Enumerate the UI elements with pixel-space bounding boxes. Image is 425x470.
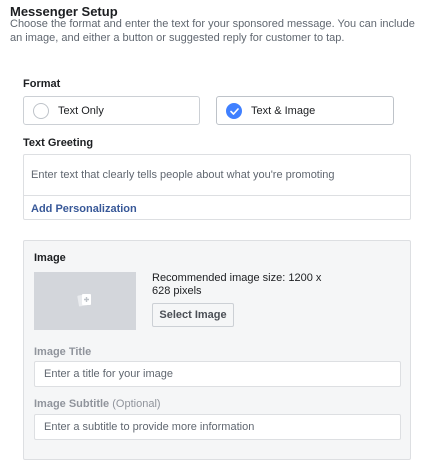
format-option-label: Text Only (58, 104, 104, 117)
image-title-input[interactable] (34, 361, 401, 387)
page-description: Choose the format and enter the text for… (10, 18, 415, 44)
image-subtitle-input[interactable] (34, 414, 401, 440)
radio-unchecked-icon[interactable] (33, 102, 49, 119)
format-label: Format (23, 78, 61, 90)
text-greeting-box: Add Personalization (23, 154, 411, 220)
image-title-label: Image Title (34, 346, 92, 358)
recommended-size-text: Recommended image size: 1200 x 628 pixel… (152, 272, 322, 297)
add-personalization-link[interactable]: Add Personalization (31, 203, 137, 215)
image-placeholder[interactable] (34, 272, 136, 330)
format-option-label: Text & Image (251, 104, 316, 117)
text-greeting-label: Text Greeting (23, 137, 94, 149)
add-image-icon (77, 292, 93, 311)
image-panel: Image Recommended image size: 1200 x 628… (23, 240, 411, 460)
select-image-button[interactable]: Select Image (152, 303, 234, 327)
optional-tag: (Optional) (112, 398, 161, 410)
image-subtitle-label-text: Image Subtitle (34, 398, 110, 410)
image-subtitle-label: Image Subtitle (Optional) (34, 398, 161, 410)
radio-checked-icon[interactable] (226, 102, 242, 119)
text-greeting-input[interactable] (24, 155, 410, 196)
format-option-text-only[interactable]: Text Only (23, 96, 200, 125)
format-option-text-image[interactable]: Text & Image (216, 96, 394, 125)
image-heading: Image (34, 252, 66, 264)
